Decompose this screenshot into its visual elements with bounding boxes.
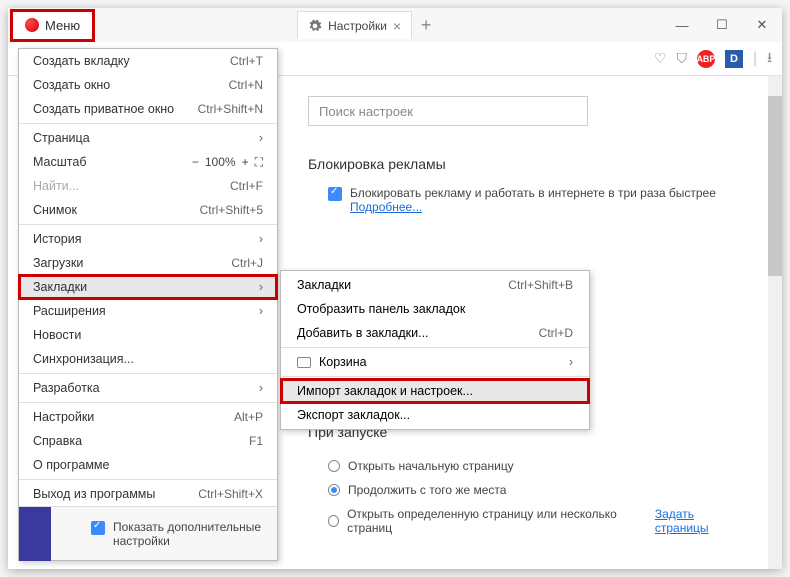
folder-icon	[297, 357, 311, 368]
menu-snapshot[interactable]: СнимокCtrl+Shift+5	[19, 198, 277, 222]
d-extension-icon[interactable]: D	[725, 50, 743, 68]
submenu-trash[interactable]: Корзина›	[281, 350, 589, 374]
menu-settings[interactable]: НастройкиAlt+P	[19, 405, 277, 429]
zoom-in-icon[interactable]: +	[242, 155, 249, 169]
scroll-thumb[interactable]	[768, 96, 782, 276]
bookmarks-submenu: ЗакладкиCtrl+Shift+B Отобразить панель з…	[280, 270, 590, 430]
startup-option-home[interactable]: Открыть начальную страницу	[308, 454, 742, 478]
checkbox-icon	[328, 187, 342, 201]
menu-zoom[interactable]: Масштаб −100%+⛶	[19, 150, 277, 174]
shield-icon[interactable]: ⛉	[676, 50, 687, 67]
heart-icon[interactable]: ♡	[654, 50, 667, 67]
menu-downloads[interactable]: ЗагрузкиCtrl+J	[19, 251, 277, 275]
menu-exit[interactable]: Выход из программыCtrl+Shift+X	[19, 482, 277, 506]
ads-section-title: Блокировка рекламы	[308, 156, 742, 172]
zoom-value: 100%	[205, 155, 236, 169]
search-placeholder: Поиск настроек	[319, 104, 413, 119]
radio-icon	[328, 515, 339, 527]
submenu-add[interactable]: Добавить в закладки...Ctrl+D	[281, 321, 589, 345]
opera-icon	[25, 18, 39, 32]
close-button[interactable]: ✕	[742, 10, 782, 40]
sidebar-toggle[interactable]	[19, 507, 51, 561]
checkbox-icon	[91, 521, 105, 535]
browser-window: Меню Настройки × + — ☐ ✕ ♡ ⛉ ABP D | ⭳ П…	[8, 8, 782, 569]
startup-option-specific[interactable]: Открыть определенную страницу или нескол…	[308, 502, 742, 540]
zoom-out-icon[interactable]: −	[192, 155, 199, 169]
menu-sync[interactable]: Синхронизация...	[19, 347, 277, 371]
minimize-button[interactable]: —	[662, 10, 702, 40]
main-menu: Создать вкладкуCtrl+T Создать окноCtrl+N…	[18, 48, 278, 561]
menu-news[interactable]: Новости	[19, 323, 277, 347]
block-ads-label: Блокировать рекламу и работать в интерне…	[350, 186, 716, 200]
menu-bottom-bar: Показать дополнительные настройки	[19, 506, 277, 560]
tab-settings[interactable]: Настройки ×	[297, 11, 412, 39]
menu-help[interactable]: СправкаF1	[19, 429, 277, 453]
gear-icon	[308, 19, 322, 33]
submenu-export[interactable]: Экспорт закладок...	[281, 403, 589, 427]
menu-button-label: Меню	[45, 18, 80, 33]
search-input[interactable]: Поиск настроек	[308, 96, 588, 126]
submenu-show-bar[interactable]: Отобразить панель закладок	[281, 297, 589, 321]
tab-title: Настройки	[328, 19, 387, 33]
startup-option-continue[interactable]: Продолжить с того же места	[308, 478, 742, 502]
scrollbar[interactable]	[768, 76, 782, 569]
download-icon[interactable]: ⭳	[767, 47, 772, 71]
menu-dev[interactable]: Разработка›	[19, 376, 277, 400]
set-pages-link[interactable]: Задать страницы	[655, 507, 742, 535]
menu-button[interactable]: Меню	[10, 9, 95, 42]
radio-icon	[328, 484, 340, 496]
tab-bar: Настройки × +	[297, 8, 440, 42]
radio-icon	[328, 460, 340, 472]
submenu-import[interactable]: Импорт закладок и настроек...	[281, 379, 589, 403]
menu-new-tab[interactable]: Создать вкладкуCtrl+T	[19, 49, 277, 73]
menu-new-window[interactable]: Создать окноCtrl+N	[19, 73, 277, 97]
more-link[interactable]: Подробнее...	[350, 200, 422, 214]
menu-bookmarks[interactable]: Закладки›	[19, 275, 277, 299]
maximize-button[interactable]: ☐	[702, 10, 742, 40]
menu-new-private[interactable]: Создать приватное окноCtrl+Shift+N	[19, 97, 277, 121]
menu-extensions[interactable]: Расширения›	[19, 299, 277, 323]
show-advanced-checkbox[interactable]: Показать дополнительные настройки	[91, 520, 263, 548]
block-ads-checkbox-row[interactable]: Блокировать рекламу и работать в интерне…	[308, 186, 742, 214]
titlebar: Меню Настройки × + — ☐ ✕	[8, 8, 782, 42]
close-icon[interactable]: ×	[393, 18, 401, 34]
window-controls: — ☐ ✕	[662, 10, 782, 40]
abp-icon[interactable]: ABP	[697, 50, 715, 68]
new-tab-button[interactable]: +	[412, 11, 440, 39]
menu-history[interactable]: История›	[19, 227, 277, 251]
menu-about[interactable]: О программе	[19, 453, 277, 477]
menu-find: Найти...Ctrl+F	[19, 174, 277, 198]
menu-page[interactable]: Страница›	[19, 126, 277, 150]
fullscreen-icon[interactable]: ⛶	[255, 155, 263, 170]
submenu-bookmarks[interactable]: ЗакладкиCtrl+Shift+B	[281, 273, 589, 297]
